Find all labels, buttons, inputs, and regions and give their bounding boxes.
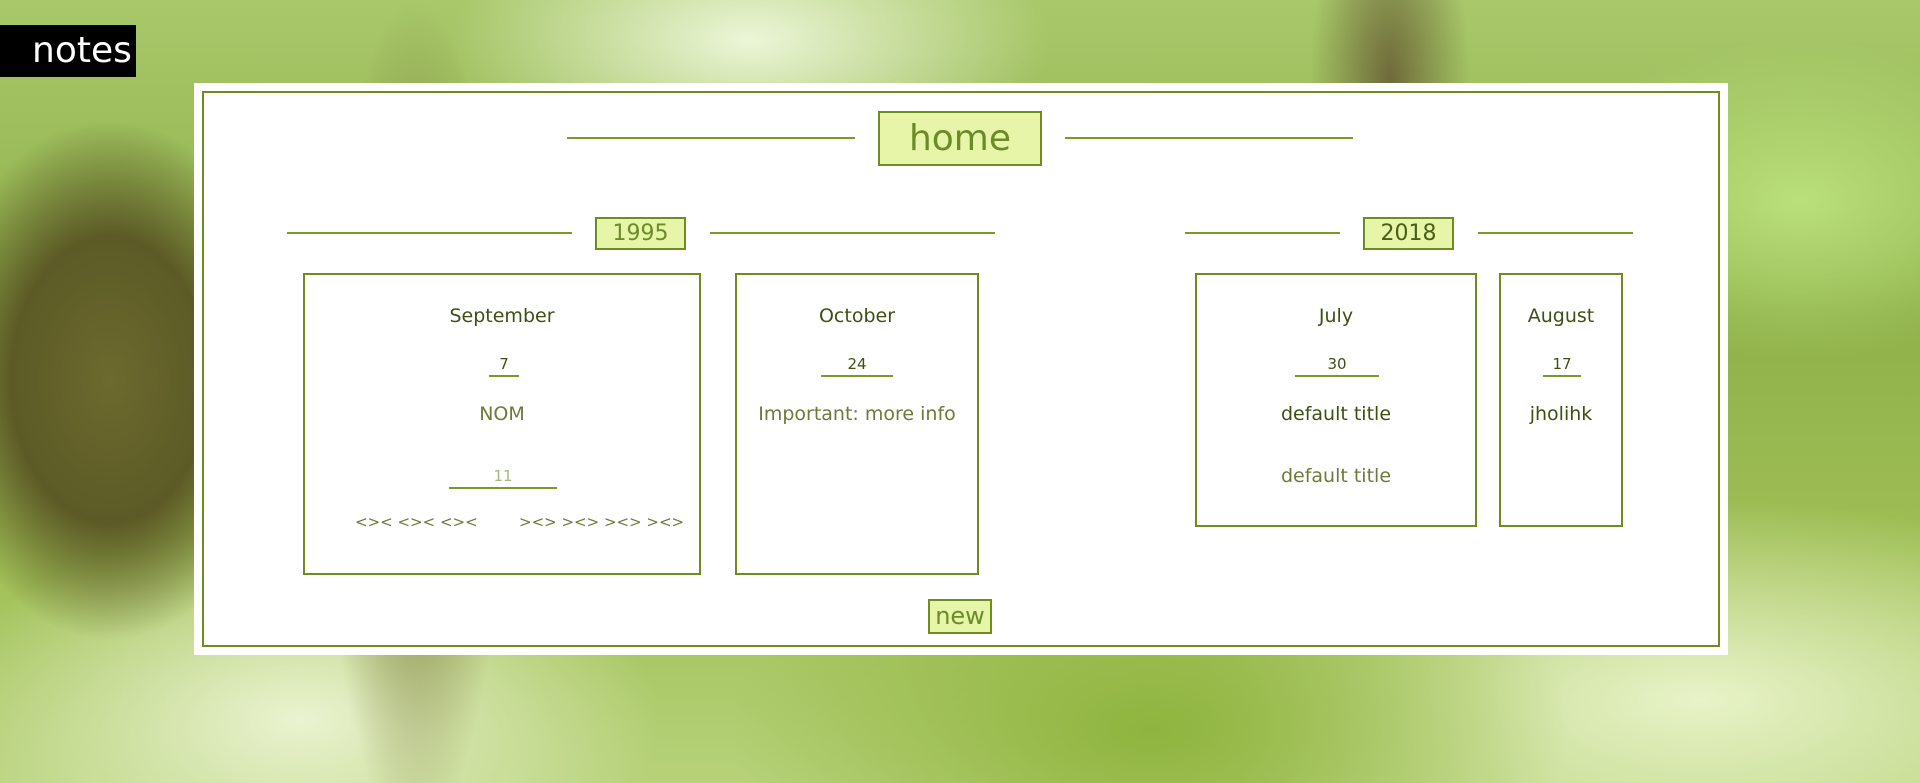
note-link[interactable]: ><> ><> ><> ><> [519,513,684,531]
app-brand[interactable]: notes [0,25,136,77]
day-label: 24 [821,355,893,377]
month-title: July [1318,305,1354,327]
note-link[interactable]: <>< <>< <>< [355,513,478,531]
day-label: 30 [1295,355,1379,377]
month-card-july: July 30 default title default title [1195,273,1477,527]
month-card-august: August 17 jholihk [1499,273,1623,527]
year-rule-left [287,232,572,234]
year-badge-2018: 2018 [1363,217,1454,250]
month-title: October [818,305,896,327]
day-label: 11 [449,467,557,489]
header-rule-right [1065,137,1353,139]
page-title: home [878,111,1042,166]
month-card-september: September 7 NOM 11 <>< <>< <>< ><> ><> >… [303,273,701,575]
year-rule-right [710,232,995,234]
month-title: September [449,305,555,327]
header-rule-left [567,137,855,139]
note-title[interactable]: default title [1197,403,1475,425]
note-title[interactable]: jholihk [1501,403,1621,425]
note-title[interactable]: Important: more info [737,403,977,425]
month-card-october: October 24 Important: more info [735,273,979,575]
month-title: August [1527,305,1595,327]
note-title[interactable]: NOM [305,403,699,425]
year-badge-1995: 1995 [595,217,686,250]
new-note-button[interactable]: new [928,599,992,634]
note-title[interactable]: default title [1197,465,1475,487]
year-rule-left [1185,232,1340,234]
day-label: 7 [489,355,519,377]
year-rule-right [1478,232,1633,234]
day-label: 17 [1543,355,1581,377]
